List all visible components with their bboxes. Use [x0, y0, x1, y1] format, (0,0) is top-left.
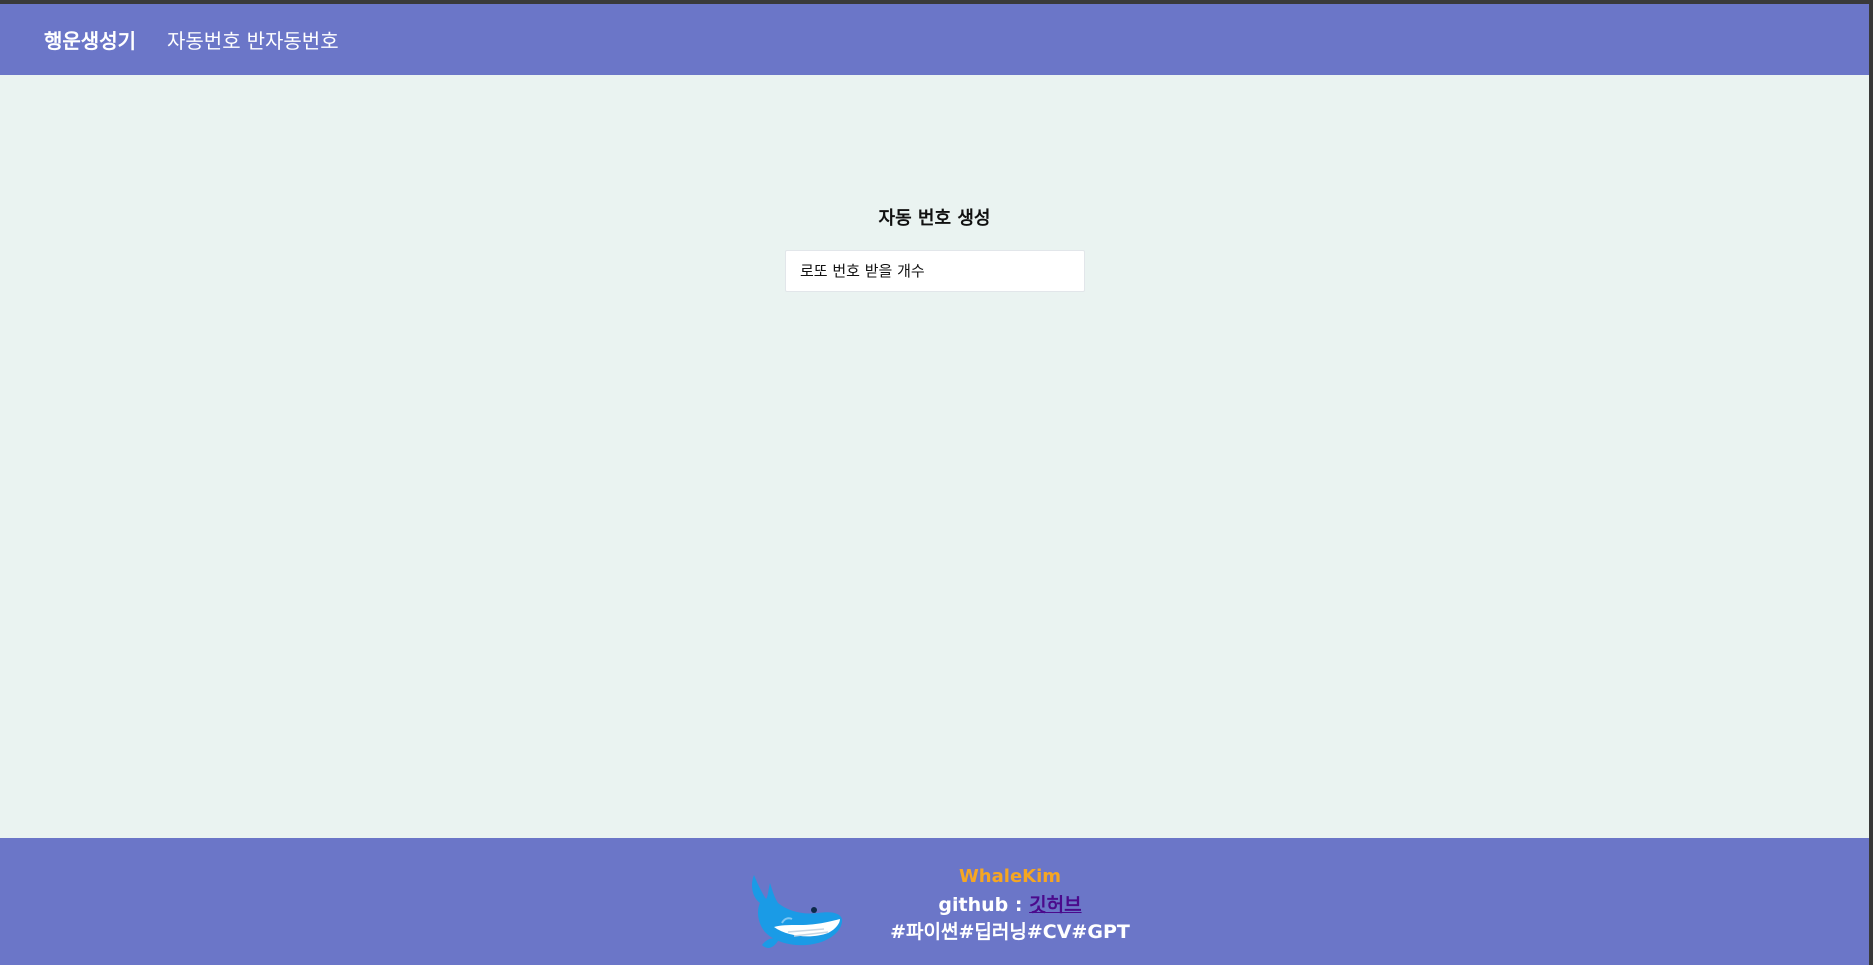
- footer-tags: #파이썬#딥러닝#CV#GPT: [890, 921, 1130, 943]
- footer: WhaleKim github : 깃허브 #파이썬#딥러닝#CV#GPT: [0, 838, 1869, 965]
- app-window: 행운생성기 자동번호 반자동번호 자동 번호 생성 WhaleKim githu…: [0, 4, 1871, 965]
- nav-auto-number[interactable]: 자동번호: [167, 25, 241, 54]
- github-label: github :: [938, 894, 1023, 916]
- page-title: 자동 번호 생성: [878, 208, 991, 229]
- navbar: 행운생성기 자동번호 반자동번호: [0, 4, 1869, 75]
- lotto-count-input[interactable]: [785, 250, 1085, 292]
- github-link[interactable]: 깃허브: [1029, 894, 1081, 916]
- brand-link[interactable]: 행운생성기: [44, 25, 136, 54]
- whale-icon: [752, 875, 843, 948]
- author-name: WhaleKim: [958, 866, 1062, 887]
- footer-info: WhaleKim github : 깃허브 #파이썬#딥러닝#CV#GPT: [860, 864, 1160, 944]
- github-line: github : 깃허브: [860, 890, 1160, 920]
- nav-semi-auto-number[interactable]: 반자동번호: [247, 25, 339, 54]
